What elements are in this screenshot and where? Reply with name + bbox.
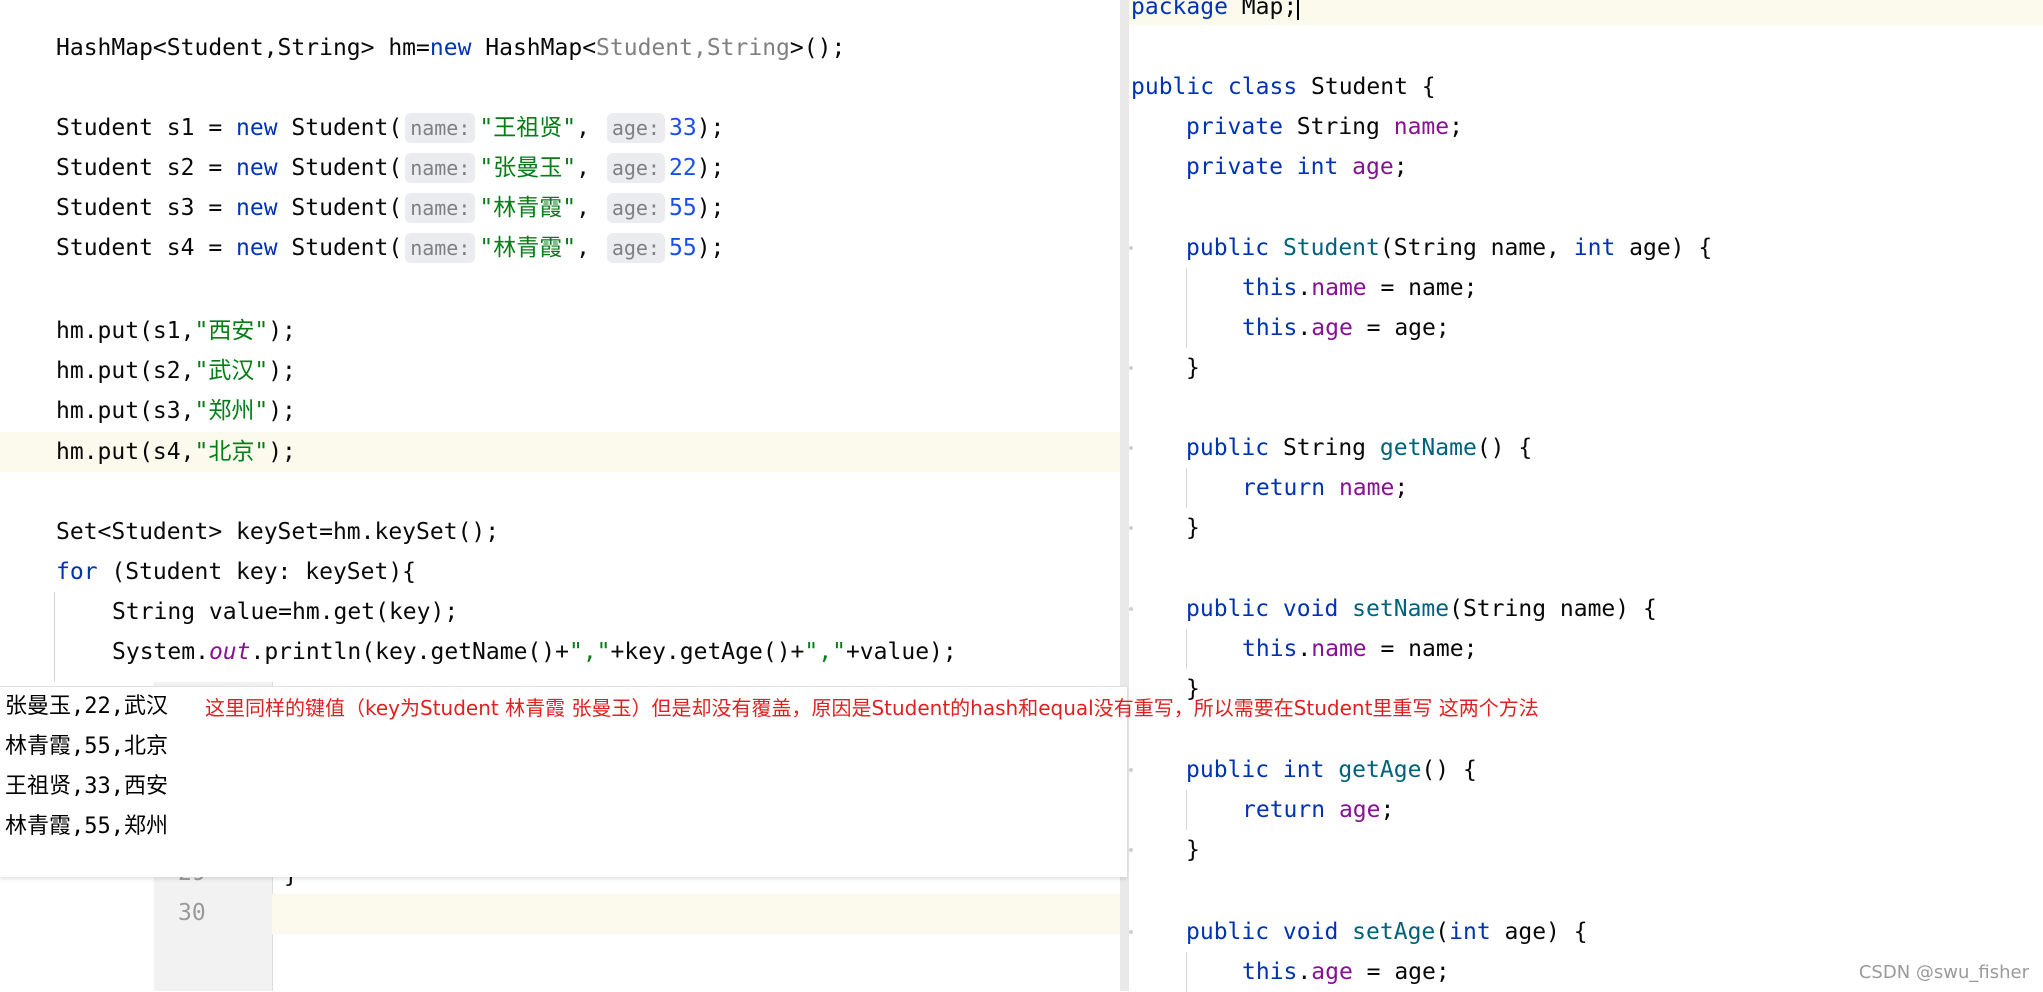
code-line-close-brace: } <box>1186 355 1200 381</box>
output-line: 林青霞,55,北京 <box>5 734 168 759</box>
code-line-getname: public String getName() { <box>1186 435 1533 461</box>
fold-marker[interactable] <box>1129 366 1133 370</box>
fold-marker[interactable] <box>1129 930 1133 934</box>
parameter-hint: name: <box>405 153 476 183</box>
code-line-put-s2: hm.put(s2,"武汉"); <box>56 358 296 384</box>
line-number-30: 30 <box>178 900 206 926</box>
code-line-field-age: private int age; <box>1186 154 1408 180</box>
output-line: 张曼玉,22,武汉 <box>5 694 168 719</box>
parameter-hint: age: <box>606 233 665 263</box>
code-line-this-age: this.age = age; <box>1242 315 1450 341</box>
fold-marker[interactable] <box>1129 607 1133 611</box>
code-line-return-age: return age; <box>1242 797 1395 823</box>
code-line-setage: public void setAge(int age) { <box>1186 919 1588 945</box>
code-line-student-s1: Student s1 = new Student(name: "王祖贤", age… <box>56 113 725 143</box>
code-line-hashmap: HashMap<Student,String> hm=new HashMap<S… <box>56 35 846 61</box>
code-line-put-s4: hm.put(s4,"北京"); <box>56 439 296 465</box>
parameter-hint: name: <box>405 113 476 143</box>
parameter-hint: age: <box>606 193 665 223</box>
code-line-get-value: String value=hm.get(key); <box>112 599 459 625</box>
code-line-student-s2: Student s2 = new Student(name: "张曼玉", age… <box>56 153 725 183</box>
indent-guide <box>1186 790 1187 830</box>
main-code-editor[interactable]: HashMap<Student,String> hm=new HashMap<S… <box>0 0 1120 682</box>
code-line-keyset: Set<Student> keySet=hm.keySet(); <box>56 519 500 545</box>
code-line-student-s4: Student s4 = new Student(name: "林青霞", age… <box>56 233 725 263</box>
indent-guide <box>1186 468 1187 508</box>
code-line-close-brace: } <box>1186 837 1200 863</box>
code-line-constructor: public Student(String name, int age) { <box>1186 235 1713 261</box>
parameter-hint: name: <box>405 233 476 263</box>
code-line-for-loop: for (Student key: keySet){ <box>56 559 417 585</box>
current-line-highlight <box>272 894 1129 934</box>
fold-marker[interactable] <box>1129 246 1133 250</box>
indent-guide <box>1186 268 1187 348</box>
code-line-return-name: return name; <box>1242 475 1409 501</box>
parameter-hint: age: <box>606 153 665 183</box>
fold-marker[interactable] <box>1129 848 1133 852</box>
code-line-this-name: this.name = name; <box>1242 275 1478 301</box>
fold-marker[interactable] <box>1129 526 1133 530</box>
code-line-package: package Map; <box>1131 0 1300 27</box>
indent-guide <box>1186 952 1187 992</box>
code-line-this-name: this.name = name; <box>1242 636 1478 662</box>
output-line: 林青霞,55,郑州 <box>5 814 168 839</box>
code-line-getage: public int getAge() { <box>1186 757 1477 783</box>
fold-marker[interactable] <box>1129 768 1133 772</box>
indent-guide <box>1186 629 1187 669</box>
annotation-note: 这里同样的键值（key为Student 林青霞 张曼玉）但是却没有覆盖，原因是S… <box>205 696 1539 720</box>
output-line: 王祖贤,33,西安 <box>5 774 168 799</box>
fold-marker[interactable] <box>1129 446 1133 450</box>
code-line-field-name: private String name; <box>1186 114 1463 140</box>
code-line-class-decl: public class Student { <box>1131 74 1436 100</box>
parameter-hint: name: <box>405 193 476 223</box>
code-line-this-age: this.age = age; <box>1242 959 1450 985</box>
parameter-hint: age: <box>606 113 665 143</box>
code-line-put-s3: hm.put(s3,"郑州"); <box>56 398 296 424</box>
code-line-setname: public void setName(String name) { <box>1186 596 1657 622</box>
watermark: CSDN @swu_fisher <box>1858 962 2029 983</box>
code-line-student-s3: Student s3 = new Student(name: "林青霞", age… <box>56 193 725 223</box>
student-class-editor[interactable]: package Map; public class Student { priv… <box>1129 0 2043 992</box>
code-line-println: System.out.println(key.getName()+","+key… <box>112 639 957 665</box>
indent-guide <box>54 592 55 682</box>
code-line-close-brace: } <box>1186 515 1200 541</box>
code-line-put-s1: hm.put(s1,"西安"); <box>56 318 296 344</box>
